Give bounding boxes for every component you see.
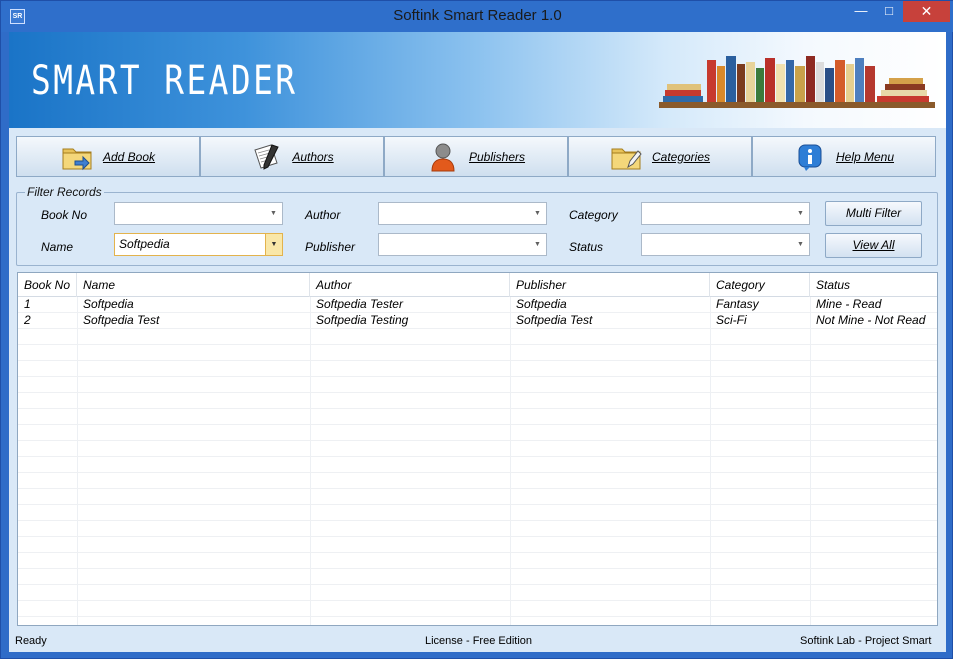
column-header-status[interactable]: Status — [810, 273, 937, 297]
authors-label: Authors — [292, 149, 334, 164]
records-table[interactable]: Book No Name Author Publisher Category S… — [17, 272, 938, 626]
empty-row — [18, 361, 937, 377]
filter-records-group: Filter Records Book No ▼ Name Softpedia … — [16, 185, 938, 266]
status-company: Softink Lab - Project Smart — [800, 635, 932, 647]
maximize-button[interactable]: □ — [875, 1, 903, 22]
nav-toolbar: Add Book Authors Publishers Categories H… — [16, 136, 938, 178]
app-window: SR Softink Smart Reader 1.0 — □ ✕ SMART … — [0, 0, 953, 659]
person-icon — [431, 143, 455, 171]
chevron-down-icon[interactable]: ▼ — [265, 203, 282, 224]
table-row[interactable]: 1 Softpedia Softpedia Tester Softpedia F… — [18, 297, 937, 313]
cell-book-no: 1 — [24, 297, 31, 311]
help-menu-button[interactable]: Help Menu — [752, 136, 936, 177]
chevron-down-icon[interactable]: ▼ — [265, 234, 282, 255]
empty-row — [18, 377, 937, 393]
banner: SMART READER — [9, 32, 946, 128]
status-combo[interactable]: ▼ — [641, 233, 810, 256]
empty-row — [18, 425, 937, 441]
minimize-button[interactable]: — — [847, 1, 875, 22]
cell-status: Mine - Read — [816, 297, 882, 311]
status-label: Status — [569, 240, 604, 254]
cell-status: Not Mine - Not Read — [816, 313, 926, 327]
add-book-button[interactable]: Add Book — [16, 136, 200, 177]
column-header-name[interactable]: Name — [77, 273, 310, 297]
cell-category: Sci-Fi — [716, 313, 747, 327]
categories-label: Categories — [651, 149, 711, 164]
cell-name: Softpedia — [83, 297, 134, 311]
publisher-combo[interactable]: ▼ — [378, 233, 547, 256]
cell-publisher: Softpedia Test — [516, 313, 593, 327]
filter-records-legend: Filter Records — [25, 185, 104, 199]
empty-row — [18, 473, 937, 489]
empty-row — [18, 489, 937, 505]
app-icon[interactable]: SR — [10, 9, 25, 24]
notepad-pen-icon — [254, 143, 280, 170]
empty-row — [18, 521, 937, 537]
column-header-category[interactable]: Category — [710, 273, 810, 297]
author-combo[interactable]: ▼ — [378, 202, 547, 225]
chevron-down-icon[interactable]: ▼ — [529, 203, 546, 224]
publishers-label: Publishers — [468, 149, 526, 164]
cell-name: Softpedia Test — [83, 313, 160, 327]
cell-author: Softpedia Tester — [316, 297, 403, 311]
add-book-label: Add Book — [102, 149, 156, 164]
cell-author: Softpedia Testing — [316, 313, 409, 327]
column-header-book-no[interactable]: Book No — [18, 273, 77, 297]
view-all-button[interactable]: View All — [825, 233, 922, 258]
empty-row — [18, 601, 937, 617]
view-all-label: View All — [852, 238, 895, 252]
title-bar[interactable]: SR Softink Smart Reader 1.0 — □ ✕ — [1, 1, 953, 32]
name-combo[interactable]: Softpedia ▼ — [114, 233, 283, 256]
category-label: Category — [569, 208, 618, 222]
book-no-label: Book No — [41, 208, 88, 222]
empty-row — [18, 505, 937, 521]
categories-button[interactable]: Categories — [568, 136, 752, 177]
cell-book-no: 2 — [24, 313, 31, 327]
empty-row — [18, 553, 937, 569]
window-title: Softink Smart Reader 1.0 — [393, 7, 562, 24]
banner-title: SMART READER — [31, 58, 298, 104]
chevron-down-icon[interactable]: ▼ — [792, 203, 809, 224]
column-header-publisher[interactable]: Publisher — [510, 273, 710, 297]
bookshelf-icon — [659, 56, 935, 108]
authors-button[interactable]: Authors — [200, 136, 384, 177]
cell-category: Fantasy — [716, 297, 759, 311]
chevron-down-icon[interactable]: ▼ — [529, 234, 546, 255]
maximize-icon: □ — [885, 3, 893, 18]
empty-row — [18, 569, 937, 585]
table-row[interactable]: 2 Softpedia Test Softpedia Testing Softp… — [18, 313, 937, 329]
publishers-button[interactable]: Publishers — [384, 136, 568, 177]
empty-row — [18, 457, 937, 473]
multi-filter-label: Multi Filter — [845, 206, 902, 220]
name-value: Softpedia — [119, 237, 170, 251]
table-header: Book No Name Author Publisher Category S… — [18, 273, 937, 297]
folder-pencil-icon — [611, 148, 642, 169]
folder-arrow-icon — [62, 148, 92, 170]
category-combo[interactable]: ▼ — [641, 202, 810, 225]
column-header-author[interactable]: Author — [310, 273, 510, 297]
empty-row — [18, 537, 937, 553]
status-ready: Ready — [15, 635, 47, 647]
chevron-down-icon[interactable]: ▼ — [792, 234, 809, 255]
cell-publisher: Softpedia — [516, 297, 567, 311]
empty-row — [18, 441, 937, 457]
empty-row — [18, 393, 937, 409]
close-icon: ✕ — [920, 3, 933, 19]
empty-row — [18, 585, 937, 601]
status-license: License - Free Edition — [425, 635, 532, 647]
empty-row — [18, 345, 937, 361]
empty-row — [18, 329, 937, 345]
status-bar: Ready License - Free Edition Softink Lab… — [9, 631, 946, 652]
name-label: Name — [41, 240, 74, 254]
help-menu-label: Help Menu — [835, 149, 895, 164]
publisher-label: Publisher — [305, 240, 356, 254]
minimize-icon: — — [854, 3, 868, 18]
multi-filter-button[interactable]: Multi Filter — [825, 201, 922, 226]
empty-row — [18, 409, 937, 425]
author-label: Author — [305, 208, 341, 222]
client-area: SMART READER Add Book Authors Publishers… — [9, 32, 946, 652]
book-no-combo[interactable]: ▼ — [114, 202, 283, 225]
info-icon — [798, 144, 822, 171]
close-button[interactable]: ✕ — [903, 1, 950, 22]
